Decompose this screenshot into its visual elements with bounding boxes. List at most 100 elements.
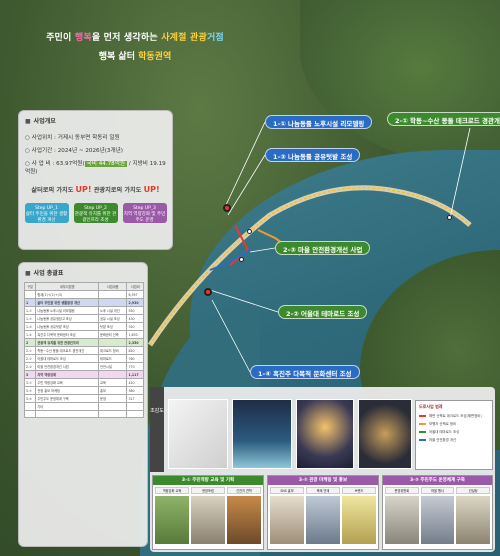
table-row: 1-① 나눔동률 노후시설 리모델링 노후 시설 개선 550: [23, 306, 144, 315]
legend-item: 해변 산책로 데크로드 조성(해변정비): [419, 413, 489, 418]
program-photo[interactable]: [191, 496, 225, 544]
group-tag: 브랜드: [342, 487, 376, 494]
table-row: 2-① 학동~수산 몽돌 데크로드 경관개선 데크로드 정비 820: [23, 346, 144, 355]
site-marker-small[interactable]: [239, 257, 244, 262]
group-title: 3-③ 주민주도 운영체계 구축: [383, 476, 492, 485]
table-cell: [98, 370, 128, 379]
title-text: 행복 삶터: [98, 52, 139, 62]
item-highlight: 국비 44.78억원: [84, 161, 128, 167]
rendering-building[interactable]: [168, 399, 228, 469]
table-cell: 3-③: [23, 394, 37, 403]
table-cell: [98, 402, 128, 411]
table-body: 합계(1)+(2)+(3) 6,397 1 삶터 주민을 위한 생활환경 개선 2,93…: [23, 290, 144, 418]
table-cell: 기타: [35, 402, 100, 411]
table-cell: 2-③: [23, 362, 37, 371]
item-value: 거제시 동부면 학동리 일원: [57, 135, 120, 141]
table-cell: 운영: [98, 394, 128, 403]
item-label: 사업위치 :: [31, 135, 56, 141]
step-text: 지역 역량강화 및 주민 주도 운영: [123, 212, 166, 223]
callout-2-3[interactable]: 2-③ 마을 안전환경개선 사업: [275, 241, 371, 255]
legend-swatch: [419, 438, 426, 441]
table-cell: 문화센터 신축: [98, 330, 128, 339]
table-row: 3-① 주민 역량강화 교육 교육 420: [23, 378, 144, 387]
rendering-deck-night[interactable]: [232, 399, 292, 469]
step-card[interactable]: Step UP_3 지역 역량강화 및 주민 주도 운영: [122, 203, 167, 223]
table-cell: 마을 안전환경개선 사업: [35, 362, 100, 371]
table-cell: 텃밭 조성: [98, 322, 128, 331]
step-card[interactable]: Step UP_1 삶터 주민을 위한 생활환경 개선: [24, 203, 69, 223]
column-header: 사업내용: [98, 282, 128, 291]
column-header: 세부사업명: [35, 282, 100, 291]
legend-item: 어울대 테마로드 조성: [419, 429, 489, 434]
program-photo[interactable]: [342, 496, 376, 544]
table-cell: 430: [126, 314, 144, 323]
program-photo[interactable]: [270, 496, 304, 544]
table-row: 기타: [23, 402, 144, 411]
table-cell: 1,630: [126, 330, 144, 339]
legend-swatch: [419, 414, 426, 417]
table-cell: 나눔동률 공유냉장고 조성: [35, 314, 100, 323]
program-photo[interactable]: [306, 496, 340, 544]
table-cell: [98, 338, 128, 347]
overview-panel: ■ 사업개요 ○ 사업위치 : 거제시 동부면 학동리 일원 ○ 사업기간 : 2…: [18, 110, 173, 250]
table-cell: 3: [23, 370, 37, 379]
callout-1-4[interactable]: 1-④ 흑진주 다목적 문화센터 조성: [250, 365, 360, 379]
plan-panel: 조감도 도로사업 범례 해변 산책로 데크로드 조성(해변정비) 보행자 산책로…: [150, 387, 495, 552]
table-cell: 380: [126, 386, 144, 395]
table-cell: [23, 290, 37, 299]
table-cell: 6,397: [126, 290, 144, 299]
table-header-row: 구분 세부사업명 사업내용 사업비: [23, 282, 144, 291]
road-legend: 도로사업 범례 해변 산책로 데크로드 조성(해변정비) 보행자 산책로 정비 …: [415, 400, 493, 470]
overview-item: ○ 사업위치 : 거제시 동부면 학동리 일원: [25, 135, 120, 141]
step-card[interactable]: Step UP_2 관광객 유치를 위한 관광인프라 조성: [73, 203, 118, 223]
table-row: 2-③ 마을 안전환경개선 사업 안전시설 770: [23, 362, 144, 371]
table-cell: 공유 시설 조성: [98, 314, 128, 323]
legend-label: 해변 산책로 데크로드 조성(해변정비): [429, 414, 482, 418]
callout-1-3[interactable]: 1-③ 나눔동률 공유텃밭 조성: [265, 148, 361, 162]
title-highlight: 사계절 관광: [161, 33, 207, 43]
table-cell: 770: [126, 362, 144, 371]
site-marker-small[interactable]: [447, 215, 452, 220]
bullet-icon: ■: [25, 118, 31, 125]
program-photo[interactable]: [456, 496, 491, 544]
map-canvas: 주민이 행복을 먼저 생각하는 사계절 관광거점 행복 삶터 학동권역 ■ 사업개…: [0, 0, 500, 556]
group-title: 3-② 관광 마케팅 및 홍보: [268, 476, 378, 485]
slogan-up: UP!: [75, 185, 92, 194]
title-text: 거점: [206, 33, 224, 43]
table-cell: 3-②: [23, 386, 37, 395]
legend-label: 보행자 산책로 정비: [429, 422, 457, 426]
program-group: 3-② 관광 마케팅 및 홍보 SNS 홍보 축제 연계 브랜드: [267, 475, 379, 550]
site-marker[interactable]: [223, 204, 231, 212]
group-tag: 역량강화 교육: [155, 487, 189, 494]
callout-2-1[interactable]: 2-① 학동~수산 몽돌 데크로드 경관개선: [387, 112, 500, 126]
table-cell: 노후 시설 개선: [98, 306, 128, 315]
table-row: [23, 410, 144, 418]
table-cell: 1-①: [23, 306, 37, 315]
group-tag: 축제 연계: [306, 487, 340, 494]
callout-1-1[interactable]: 1-① 나눔동률 노후시설 리모델링: [265, 115, 373, 129]
overview-item: ○ 사 업 비 : 63.97억원(국비 44.78억원 / 지방비 19.19…: [25, 161, 166, 175]
table-cell: 1-③: [23, 322, 37, 331]
table-cell: 어울대 테마로드 조성: [35, 354, 100, 363]
table-row: 1-③ 나눔동률 공유텃밭 조성 텃밭 조성 320: [23, 322, 144, 331]
group-title: 3-① 주민역량 교육 및 기획: [153, 476, 263, 485]
table-cell: 주민 역량강화 교육: [35, 378, 100, 387]
table-heading: 사업 총괄표: [33, 270, 64, 277]
callout-2-2[interactable]: 2-② 어울대 테마로드 조성: [278, 305, 368, 319]
group-tag: SNS 홍보: [270, 487, 304, 494]
table-cell: 관광 홍보 마케팅: [35, 386, 100, 395]
rendering-lighting[interactable]: [358, 399, 412, 469]
legend-label: 마을 안전환경 개선: [429, 438, 457, 442]
title-text: 주민이: [46, 33, 75, 43]
program-photo[interactable]: [385, 496, 419, 544]
site-marker-small[interactable]: [247, 229, 252, 234]
table-cell: 흑진주 다목적 문화센터 조성: [35, 330, 100, 339]
site-marker[interactable]: [204, 288, 212, 296]
legend-label: 어울대 테마로드 조성: [429, 430, 460, 434]
table-cell: [98, 410, 128, 418]
rendering-village-night[interactable]: [296, 399, 354, 469]
program-photo[interactable]: [155, 496, 189, 544]
table-cell: 2,930: [126, 298, 144, 307]
program-photo[interactable]: [420, 496, 455, 544]
program-photo[interactable]: [227, 496, 261, 544]
